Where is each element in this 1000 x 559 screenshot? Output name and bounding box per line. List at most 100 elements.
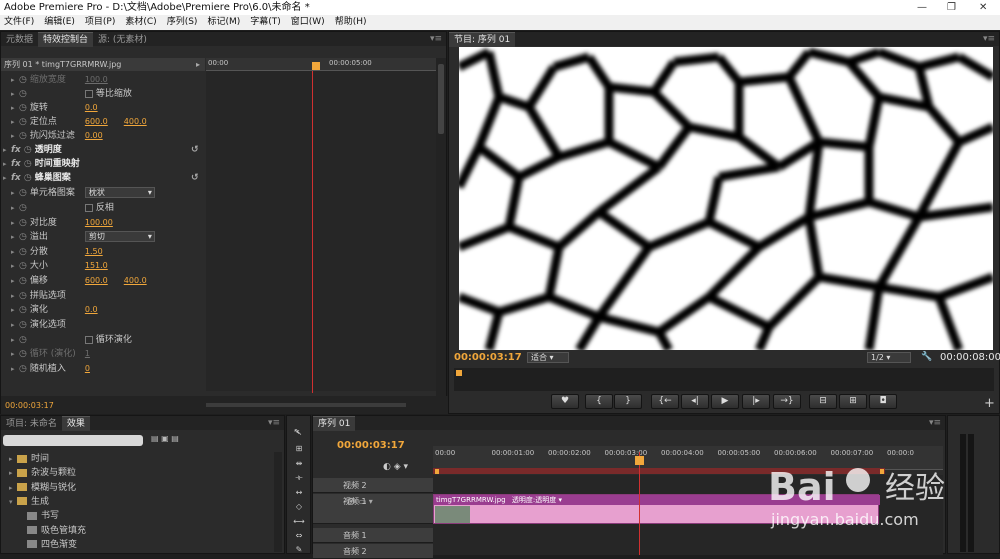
monitor-playhead-icon[interactable] <box>456 370 462 376</box>
monitor-scrub-bar[interactable] <box>454 368 994 391</box>
timeline-playhead-icon[interactable] <box>635 456 644 465</box>
menu-sequence[interactable]: 序列(S) <box>167 17 198 27</box>
work-area-end-handle[interactable] <box>880 469 884 474</box>
stopwatch-icon[interactable]: ◷ <box>24 145 32 155</box>
menu-edit[interactable]: 编辑(E) <box>44 17 75 27</box>
effect-row[interactable]: ▸ fx ◷ 透明度 ↺ <box>3 143 199 157</box>
disclosure-triangle-icon[interactable]: ▸ <box>11 362 19 376</box>
stopwatch-icon[interactable]: ◷ <box>19 364 27 374</box>
disclosure-triangle-icon[interactable]: ▸ <box>3 143 11 157</box>
fx-icon[interactable]: fx <box>11 159 24 169</box>
effect-row[interactable]: ▸ ◷ 缩放宽度 100.0 <box>11 73 108 87</box>
slip-tool-icon[interactable]: ⟷ <box>293 516 305 528</box>
menu-project[interactable]: 项目(P) <box>85 17 115 27</box>
menu-window[interactable]: 窗口(W) <box>291 17 325 27</box>
disclosure-triangle-icon[interactable]: ▸ <box>11 333 19 347</box>
effects-tree-item[interactable]: ▸ 时间 <box>9 452 49 466</box>
play-triangle-icon[interactable]: ▸ <box>196 58 200 71</box>
effect-value-2[interactable]: 400.0 <box>124 276 147 285</box>
transport-button[interactable]: ▶ <box>711 394 739 409</box>
effect-keyframe-area[interactable] <box>206 71 436 391</box>
transport-button[interactable]: ⊟ <box>809 394 837 409</box>
effect-value[interactable]: 600.0 <box>85 276 108 285</box>
reset-icon[interactable]: ↺ <box>191 143 199 157</box>
panel-menu-icon[interactable]: ▾≡ <box>983 32 995 46</box>
track-video-1[interactable]: 视频 1 <box>313 494 433 524</box>
timeline-ruler[interactable]: 00:00 00:00:01:00 00:00:02:00 00:00:03:00 00… <box>433 446 943 470</box>
timeline-timecode[interactable]: 00:00:03:17 <box>337 440 405 451</box>
disclosure-triangle-icon[interactable]: ▸ <box>11 274 19 288</box>
stopwatch-icon[interactable]: ◷ <box>24 159 32 169</box>
stopwatch-icon[interactable]: ◷ <box>19 247 27 257</box>
menu-clip[interactable]: 素材(C) <box>125 17 156 27</box>
effects-tree-item[interactable]: 吸色管填充 <box>27 524 86 538</box>
disclosure-triangle-icon[interactable]: ▸ <box>11 318 19 332</box>
transport-button[interactable]: ◘ <box>869 394 897 409</box>
stopwatch-icon[interactable]: ◷ <box>19 188 27 198</box>
stopwatch-icon[interactable]: ◷ <box>19 291 27 301</box>
zoom-slider[interactable] <box>206 403 406 407</box>
track-select-tool-icon[interactable]: ⊞ <box>293 443 305 455</box>
work-area-bar[interactable] <box>433 468 885 474</box>
transport-button[interactable]: ⊞ <box>839 394 867 409</box>
selection-tool-icon[interactable]: ↖ <box>293 427 305 439</box>
maximize-icon[interactable]: ❐ <box>947 0 956 15</box>
tab-sequence[interactable]: 序列 01 <box>313 416 356 431</box>
effect-value[interactable]: 1 <box>85 349 90 358</box>
stopwatch-icon[interactable]: ◷ <box>19 117 27 127</box>
effects-tree-item[interactable]: ▸ 模糊与锐化 <box>9 481 76 495</box>
effect-value-2[interactable]: 400.0 <box>124 117 147 126</box>
menu-title[interactable]: 字幕(T) <box>250 17 281 27</box>
effect-value[interactable]: 100.0 <box>85 75 108 84</box>
panel-menu-icon[interactable]: ▾≡ <box>268 416 280 430</box>
stopwatch-icon[interactable]: ◷ <box>19 89 27 99</box>
effect-row[interactable]: ▸ ◷ 定位点 600.0 400.0 <box>11 115 147 129</box>
track-audio-2[interactable]: 音频 2 <box>313 544 433 559</box>
tab-program[interactable]: 节目: 序列 01 <box>449 32 516 47</box>
effect-timecode[interactable]: 00:00:03:17 <box>5 401 54 410</box>
panel-menu-icon[interactable]: ▾≡ <box>430 32 442 46</box>
disclosure-triangle-icon[interactable]: ▸ <box>11 115 19 129</box>
effect-value[interactable]: 1.50 <box>85 247 103 256</box>
disclosure-triangle-icon[interactable]: ▸ <box>11 245 19 259</box>
transport-button[interactable]: } <box>614 394 642 409</box>
effects-tree-item[interactable]: 书写 <box>27 509 59 523</box>
video-clip[interactable]: timgT7GRRMRW.jpg 透明度:透明度 ▾ <box>433 494 880 524</box>
effect-row[interactable]: ▸ ◷ 随机植入 0 <box>11 362 90 376</box>
stopwatch-icon[interactable]: ◷ <box>24 173 32 183</box>
fx-icon[interactable]: fx <box>11 173 24 183</box>
effect-row[interactable]: ▸ ◷ 单元格图案 枕状 ▾ <box>11 186 155 200</box>
rolling-edit-tool-icon[interactable]: ⟛ <box>293 472 305 484</box>
transport-button[interactable]: |▸ <box>742 394 770 409</box>
disclosure-triangle-icon[interactable]: ▸ <box>11 303 19 317</box>
effects-tree-item[interactable]: ▾ 生成 <box>9 495 49 509</box>
effect-dropdown[interactable]: 剪切 ▾ <box>84 231 155 242</box>
reset-icon[interactable]: ↺ <box>191 171 199 185</box>
stopwatch-icon[interactable]: ◷ <box>19 103 27 113</box>
transport-button[interactable]: ◂| <box>681 394 709 409</box>
disclosure-triangle-icon[interactable]: ▸ <box>9 452 17 466</box>
effects-tree-item[interactable]: ▸ 杂波与颗粒 <box>9 466 76 480</box>
stopwatch-icon[interactable]: ◷ <box>19 131 27 141</box>
stopwatch-icon[interactable]: ◷ <box>19 232 27 242</box>
fx-icon[interactable]: fx <box>11 145 24 155</box>
panel-menu-icon[interactable]: ▾≡ <box>929 416 941 430</box>
effect-row[interactable]: ▸ ◷ 等比缩放 <box>11 87 132 101</box>
stopwatch-icon[interactable]: ◷ <box>19 335 27 345</box>
track-audio-1[interactable]: 音频 1 <box>313 528 433 543</box>
effect-row[interactable]: ▸ ◷ 循环 (演化) 1 <box>11 347 90 361</box>
wrench-icon[interactable]: 🔧 <box>921 352 932 362</box>
menu-file[interactable]: 文件(F) <box>4 17 34 27</box>
effects-tree-item[interactable]: 四色渐变 <box>27 538 77 552</box>
fit-dropdown[interactable]: 适合 ▾ <box>527 352 569 363</box>
minimize-icon[interactable]: — <box>917 0 927 15</box>
effect-row[interactable]: ▸ ◷ 演化选项 <box>11 318 85 332</box>
resolution-dropdown[interactable]: 1/2 ▾ <box>867 352 911 363</box>
disclosure-triangle-icon[interactable]: ▸ <box>3 157 11 171</box>
effects-search-input[interactable] <box>3 435 143 446</box>
stopwatch-icon[interactable]: ◷ <box>19 305 27 315</box>
new-bin-icon[interactable]: ▤ ▣ ▤ <box>151 434 179 443</box>
track-video-2[interactable]: 视频 2 <box>313 478 433 493</box>
effect-row[interactable]: ▸ fx ◷ 蜂巢图案 ↺ <box>3 171 199 185</box>
effect-row[interactable]: ▸ ◷ 演化 0.0 <box>11 303 98 317</box>
